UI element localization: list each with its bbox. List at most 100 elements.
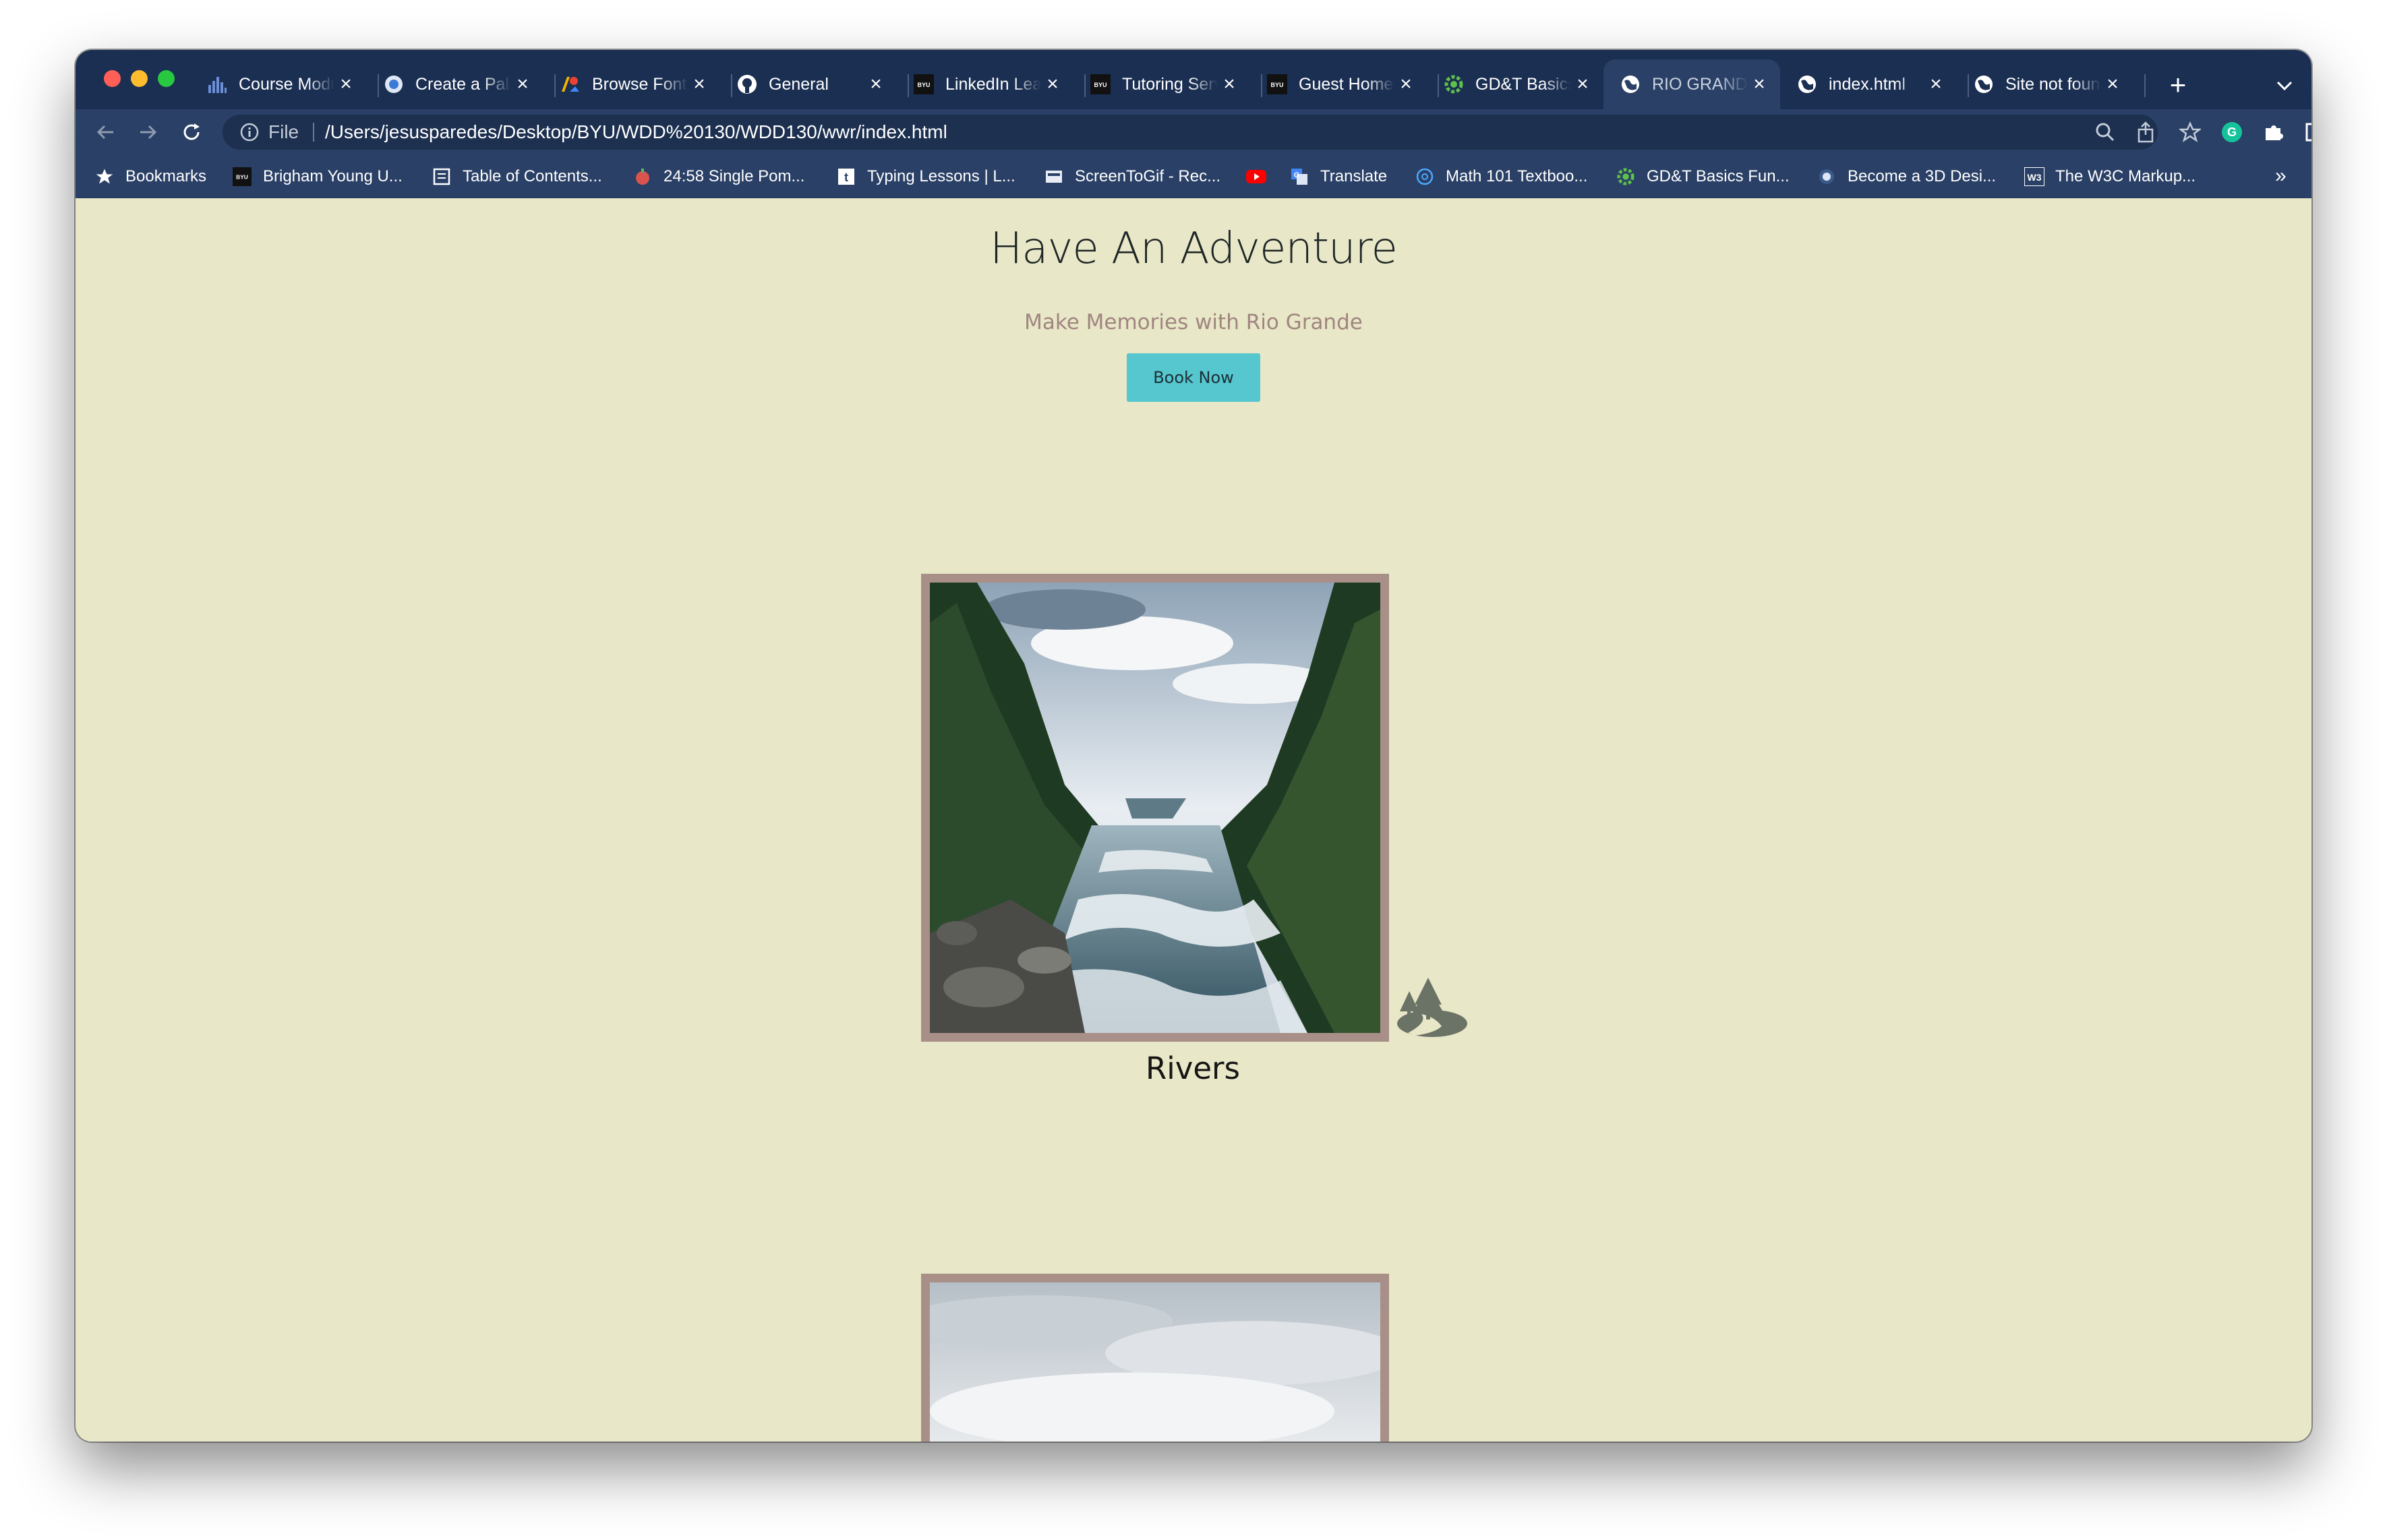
tab-guest-home[interactable]: BYU Guest Home × [1250, 59, 1427, 109]
gear-icon [1616, 167, 1636, 187]
tab-linkedin-learning[interactable]: BYU LinkedIn Learning × [897, 59, 1073, 109]
gear-icon [1443, 73, 1465, 95]
river-photo [930, 583, 1380, 1033]
tab-title: Create a Palette [415, 74, 511, 94]
browser-window: Course Modules × Create a Palette × Brow… [76, 50, 2311, 1442]
tab-site-not-found[interactable]: Site not found × [1957, 59, 2133, 109]
svg-text:BYU: BYU [917, 82, 930, 88]
tab-title: Guest Home [1299, 74, 1394, 94]
close-icon[interactable]: × [1218, 73, 1241, 96]
bookmark-w3c-markup[interactable]: W3 The W3C Markup... [2024, 166, 2196, 187]
close-icon[interactable]: × [2101, 73, 2124, 96]
close-icon[interactable]: × [1394, 73, 1417, 96]
extensions-puzzle-icon[interactable] [2262, 120, 2286, 144]
bookmarks-bar: Bookmarks BYU Brigham Young U... Table o… [76, 155, 2311, 198]
page-title: Have An Adventure [990, 224, 1398, 274]
tab-index-html[interactable]: index.html × [1780, 59, 1957, 109]
zoom-icon[interactable] [2094, 121, 2116, 143]
minimize-window-button[interactable] [131, 70, 148, 87]
bookmark-bookmarks[interactable]: Bookmarks [94, 166, 206, 187]
info-icon[interactable] [240, 123, 259, 142]
address-bar[interactable]: File /Users/jesusparedes/Desktop/BYU/WDD… [223, 115, 2158, 150]
typing-icon: t [836, 167, 856, 187]
svg-text:BYU: BYU [1094, 82, 1107, 88]
tab-create-palette[interactable]: Create a Palette × [367, 59, 543, 109]
web-page: Have An Adventure Make Memories with Rio… [76, 198, 2311, 1442]
close-window-button[interactable] [104, 70, 121, 87]
screentogif-icon [1044, 167, 1064, 187]
forward-arrow-icon[interactable] [134, 117, 163, 147]
close-icon[interactable]: × [864, 73, 887, 96]
svg-text:BYU: BYU [236, 174, 248, 181]
svg-text:W3: W3 [2028, 172, 2042, 183]
cloudy-sky-photo [930, 1282, 1380, 1442]
tab-browse-fonts[interactable]: Browse Fonts × [543, 59, 720, 109]
back-arrow-icon[interactable] [90, 117, 120, 147]
zoom-window-button[interactable] [158, 70, 175, 87]
bookmark-youtube[interactable] [1246, 166, 1277, 187]
tab-strip: Course Modules × Create a Palette × Brow… [76, 50, 2311, 109]
tomato-icon [632, 167, 653, 187]
bookmark-label: 24:58 Single Pom... [664, 167, 805, 185]
tab-course-modules[interactable]: Course Modules × [190, 59, 367, 109]
page-subtitle: Make Memories with Rio Grande [1024, 310, 1363, 334]
bookmark-3d-design[interactable]: Become a 3D Desi... [1817, 166, 1996, 187]
byu-icon: BYU [913, 73, 935, 95]
tab-rio-grande[interactable]: RIO GRANDE × [1603, 59, 1780, 109]
bookmark-label: Brigham Young U... [263, 167, 403, 185]
translate-icon: G [1289, 167, 1309, 187]
bookmark-label: Become a 3D Desi... [1848, 167, 1997, 185]
bar-chart-icon [206, 73, 228, 95]
close-icon[interactable]: × [1571, 73, 1594, 96]
star-icon[interactable] [2178, 120, 2202, 144]
reload-icon[interactable] [177, 117, 206, 147]
bookmark-brigham-young[interactable]: BYU Brigham Young U... [232, 166, 403, 187]
3d-icon [1817, 167, 1837, 187]
share-icon[interactable] [2138, 121, 2154, 143]
bookmark-screentogif[interactable]: ScreenToGif - Rec... [1044, 166, 1220, 187]
address-divider [313, 123, 314, 142]
close-icon[interactable]: × [1748, 73, 1771, 96]
bookmark-translate[interactable]: G Translate [1289, 166, 1387, 187]
bookmark-label: Bookmarks [125, 167, 207, 185]
tab-separator [2144, 74, 2146, 97]
bookmark-gdt-basics[interactable]: GD&T Basics Fun... [1616, 166, 1790, 187]
tab-title: LinkedIn Learning [945, 74, 1041, 94]
close-icon[interactable]: × [511, 73, 534, 96]
math-icon [1415, 167, 1435, 187]
svg-text:BYU: BYU [1270, 82, 1283, 88]
side-panel-icon[interactable] [2303, 120, 2311, 144]
close-icon[interactable]: × [1041, 73, 1064, 96]
url-text[interactable]: /Users/jesusparedes/Desktop/BYU/WDD%2013… [325, 121, 947, 143]
bookmark-pomodoro[interactable]: 24:58 Single Pom... [632, 166, 804, 187]
bookmark-label: Translate [1320, 167, 1388, 185]
close-icon[interactable]: × [1924, 73, 1947, 96]
tab-title: RIO GRANDE [1652, 74, 1748, 94]
bookmark-table-of-contents[interactable]: Table of Contents... [432, 166, 602, 187]
tab-gdt-basics[interactable]: GD&T Basics × [1427, 59, 1603, 109]
youtube-icon [1246, 167, 1266, 187]
bookmarks-overflow-button[interactable]: » [2275, 165, 2287, 187]
tab-general[interactable]: General × [720, 59, 897, 109]
tab-tutoring-services[interactable]: BYU Tutoring Services × [1073, 59, 1250, 109]
globe-icon [1973, 73, 1995, 95]
byu-icon: BYU [232, 167, 252, 187]
svg-text:t: t [844, 171, 848, 184]
tab-title: Course Modules [239, 74, 334, 94]
book-now-button[interactable]: Book Now [1127, 353, 1260, 402]
scheme-label: File [268, 121, 299, 142]
grammarly-icon[interactable]: G [2220, 120, 2244, 144]
bookmark-math-101[interactable]: Math 101 Textboo... [1415, 166, 1587, 187]
svg-text:G: G [1294, 171, 1300, 179]
tab-title: Tutoring Services [1122, 74, 1218, 94]
palette-icon [383, 73, 405, 95]
globe-icon [1620, 73, 1641, 95]
globe-icon [1796, 73, 1818, 95]
close-icon[interactable]: × [334, 73, 357, 96]
new-tab-button[interactable]: + [2164, 71, 2191, 100]
bookmark-typing-lessons[interactable]: t Typing Lessons | L... [836, 166, 1015, 187]
second-card-image-frame [921, 1274, 1389, 1442]
tab-search-chevron-icon[interactable] [2271, 74, 2298, 98]
bookmark-label: Typing Lessons | L... [867, 167, 1015, 185]
close-icon[interactable]: × [688, 73, 711, 96]
